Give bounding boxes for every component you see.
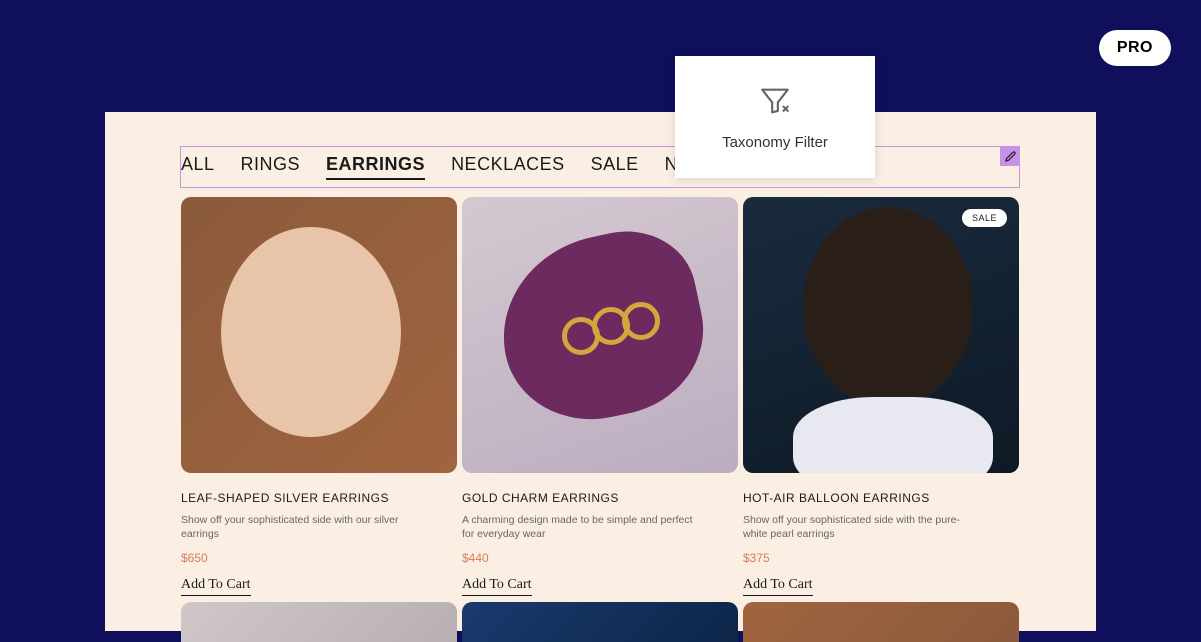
taxonomy-filter-tooltip: Taxonomy Filter <box>675 56 875 178</box>
add-to-cart-button[interactable]: Add To Cart <box>181 577 251 596</box>
product-description: Show off your sophisticated side with th… <box>743 513 983 541</box>
edit-block-button[interactable] <box>1000 146 1020 166</box>
product-description: A charming design made to be simple and … <box>462 513 702 541</box>
pencil-icon <box>1005 151 1016 162</box>
filter-tab-sale[interactable]: SALE <box>591 154 639 175</box>
filter-tab-necklaces[interactable]: NECKLACES <box>451 154 565 175</box>
product-description: Show off your sophisticated side with ou… <box>181 513 421 541</box>
filter-tab-all[interactable]: ALL <box>181 154 215 175</box>
product-grid: LEAF-SHAPED SILVER EARRINGS Show off you… <box>181 197 1019 596</box>
filter-tabs: ALL RINGS EARRINGS NECKLACES SALE NEW <box>181 154 708 180</box>
filter-icon <box>758 84 792 118</box>
product-title: LEAF-SHAPED SILVER EARRINGS <box>181 491 457 505</box>
add-to-cart-button[interactable]: Add To Cart <box>462 577 532 596</box>
product-image[interactable] <box>743 602 1019 642</box>
product-card: LEAF-SHAPED SILVER EARRINGS Show off you… <box>181 197 457 596</box>
sale-badge: SALE <box>962 209 1007 227</box>
add-to-cart-button[interactable]: Add To Cart <box>743 577 813 596</box>
product-title: HOT-AIR BALLOON EARRINGS <box>743 491 1019 505</box>
pro-badge: PRO <box>1099 30 1171 66</box>
product-grid-row-2 <box>181 602 1019 642</box>
filter-tab-earrings[interactable]: EARRINGS <box>326 154 425 180</box>
product-price: $440 <box>462 551 738 565</box>
product-price: $375 <box>743 551 1019 565</box>
product-image[interactable] <box>181 602 457 642</box>
filter-tab-rings[interactable]: RINGS <box>241 154 301 175</box>
product-card: SALE HOT-AIR BALLOON EARRINGS Show off y… <box>743 197 1019 596</box>
product-price: $650 <box>181 551 457 565</box>
product-card: GOLD CHARM EARRINGS A charming design ma… <box>462 197 738 596</box>
product-image[interactable] <box>181 197 457 473</box>
tooltip-label: Taxonomy Filter <box>722 134 828 151</box>
product-image[interactable]: SALE <box>743 197 1019 473</box>
product-image[interactable] <box>462 602 738 642</box>
product-image[interactable] <box>462 197 738 473</box>
product-title: GOLD CHARM EARRINGS <box>462 491 738 505</box>
